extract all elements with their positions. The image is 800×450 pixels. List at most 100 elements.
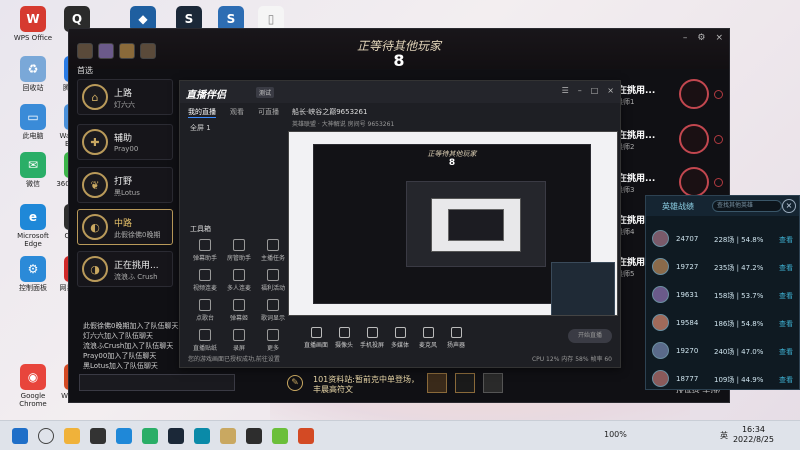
tool-icon: [233, 299, 245, 311]
tip-bar: ✎ 101资料站:暂前克中单登场，丰晨高符文: [279, 371, 519, 397]
stream-app-logo: 直播伴侣: [186, 90, 226, 101]
file-explorer-icon[interactable]: [64, 428, 80, 444]
league-icon[interactable]: [246, 428, 262, 444]
tool-button[interactable]: 直播贴纸: [186, 329, 224, 352]
role-name: 打野: [114, 177, 133, 187]
settings-icon[interactable]: ⚙: [697, 33, 705, 43]
steam-icon[interactable]: [168, 428, 184, 444]
minimize-button[interactable]: –: [683, 33, 688, 43]
role-icon: ◐: [82, 214, 108, 240]
language-indicator[interactable]: 英: [720, 430, 728, 441]
tool-button[interactable]: 主播任务: [254, 239, 292, 262]
role-slot[interactable]: ◑ 正在挑用... 流浪ふ Crush: [77, 251, 173, 287]
desktop-icon[interactable]: W WPS Office: [8, 6, 58, 42]
menu-icon[interactable]: ☰: [562, 86, 569, 95]
ban-icon: [714, 90, 723, 99]
close-button[interactable]: ×: [782, 199, 796, 213]
hero-avatar: [652, 258, 669, 275]
control-label: 直播画面: [303, 342, 328, 349]
start-live-button[interactable]: 开始直播: [568, 329, 612, 343]
tab-watch[interactable]: 观看: [230, 107, 244, 118]
app-icon: ⚙: [20, 256, 46, 282]
close-button[interactable]: ×: [715, 33, 723, 43]
player-name: 此假徐佛0晚期: [114, 231, 161, 239]
live-control[interactable]: 扬声器: [438, 327, 474, 349]
desktop-icon[interactable]: ✉ 微信: [8, 152, 58, 188]
desktop-icon-area: WWPS OfficeQQQ◆英雄联盟WeGame版SSteamS▯♻回收站✈腾…: [0, 0, 284, 420]
hero-panel-header: 英雄战绩 查找其他英雄 ×: [646, 196, 799, 216]
search-icon[interactable]: [38, 428, 54, 444]
stream-window-controls: ☰ – □ ×: [562, 86, 614, 95]
preview-hero-panel: [551, 262, 615, 315]
role-icon: ✚: [82, 129, 108, 155]
preview-recursive-frame: [448, 209, 504, 241]
hero-search-input[interactable]: 查找其他英雄: [712, 200, 782, 212]
spell-icon[interactable]: [455, 373, 475, 393]
game-client-icon[interactable]: [220, 428, 236, 444]
role-slot[interactable]: ✚ 辅助 Pray00: [77, 124, 173, 160]
tool-button[interactable]: 歌词显示: [254, 299, 292, 322]
player-name: Pray00: [114, 145, 139, 153]
desktop-icon[interactable]: ⚙ 控制面板: [8, 256, 58, 292]
role-slot[interactable]: ⌂ 上路 灯六六: [77, 79, 173, 115]
scene-item[interactable]: 全屏 1: [190, 123, 211, 133]
tool-button[interactable]: 录屏: [220, 329, 258, 352]
skin-icon[interactable]: [483, 373, 503, 393]
role-slot[interactable]: ❦ 打野 黑Lotus: [77, 167, 173, 203]
app-icon[interactable]: [272, 428, 288, 444]
desktop-icon[interactable]: ▭ 此电脑: [8, 104, 58, 140]
hero-score: 19584: [676, 319, 699, 327]
close-button[interactable]: ×: [607, 86, 614, 95]
ban-icon: [714, 178, 723, 187]
hero-avatar: [652, 286, 669, 303]
view-link[interactable]: 查看: [779, 319, 793, 329]
preview-game-frame: 正等待其他玩家 8: [313, 144, 591, 304]
role-slot[interactable]: ◐ 中路 此假徐佛0晚期: [77, 209, 173, 245]
tool-button[interactable]: 福利活动: [254, 269, 292, 292]
tool-button[interactable]: 更多: [254, 329, 292, 352]
view-link[interactable]: 查看: [779, 235, 793, 245]
wegame-icon[interactable]: [298, 428, 314, 444]
tool-button[interactable]: 弹幕助手: [186, 239, 224, 262]
view-link[interactable]: 查看: [779, 375, 793, 385]
tool-button[interactable]: 弹幕姬: [220, 299, 258, 322]
tool-icon: [267, 239, 279, 251]
tip-icon: ✎: [287, 375, 303, 391]
wechat-icon[interactable]: [142, 428, 158, 444]
preview-count: 8: [448, 158, 456, 168]
tab-my-live[interactable]: 我的直播: [188, 107, 216, 118]
tool-button[interactable]: 视频连麦: [186, 269, 224, 292]
rune-icon[interactable]: [427, 373, 447, 393]
hero-score: 19631: [676, 291, 699, 299]
minimize-button[interactable]: –: [578, 86, 582, 95]
room-title: 船长·峡谷之巅9653261: [292, 108, 368, 116]
view-link[interactable]: 查看: [779, 347, 793, 357]
desktop-icon[interactable]: e Microsoft Edge: [8, 204, 58, 248]
hero-avatar: [652, 314, 669, 331]
hero-games: 186场 | 54.8%: [714, 320, 764, 328]
start-icon[interactable]: [12, 428, 28, 444]
app-icon: ◉: [20, 364, 46, 390]
champion-portrait: [679, 167, 709, 197]
view-link[interactable]: 查看: [779, 263, 793, 273]
control-icon: [310, 327, 322, 338]
battery-indicator[interactable]: 100%: [604, 430, 627, 439]
tool-button[interactable]: 房管助手: [220, 239, 258, 262]
hero-score: 19727: [676, 263, 699, 271]
tab-available[interactable]: 可直播: [258, 107, 279, 118]
role-name: 辅助: [114, 134, 133, 144]
edge-icon[interactable]: [116, 428, 132, 444]
clock[interactable]: 16:34 2022/8/25: [733, 425, 774, 445]
clock-time: 16:34: [741, 425, 766, 434]
tool-button[interactable]: 多人连麦: [220, 269, 258, 292]
tool-button[interactable]: 点歌台: [186, 299, 224, 322]
tool-label: 录屏: [232, 345, 245, 352]
desktop-icon[interactable]: ♻ 回收站: [8, 56, 58, 92]
control-icon: [366, 327, 378, 338]
qq-icon[interactable]: [90, 428, 106, 444]
desktop-icon[interactable]: ◉ Google Chrome: [8, 364, 58, 408]
view-link[interactable]: 查看: [779, 291, 793, 301]
app-icon[interactable]: [194, 428, 210, 444]
maximize-button[interactable]: □: [591, 86, 599, 95]
chat-input[interactable]: [79, 374, 235, 391]
